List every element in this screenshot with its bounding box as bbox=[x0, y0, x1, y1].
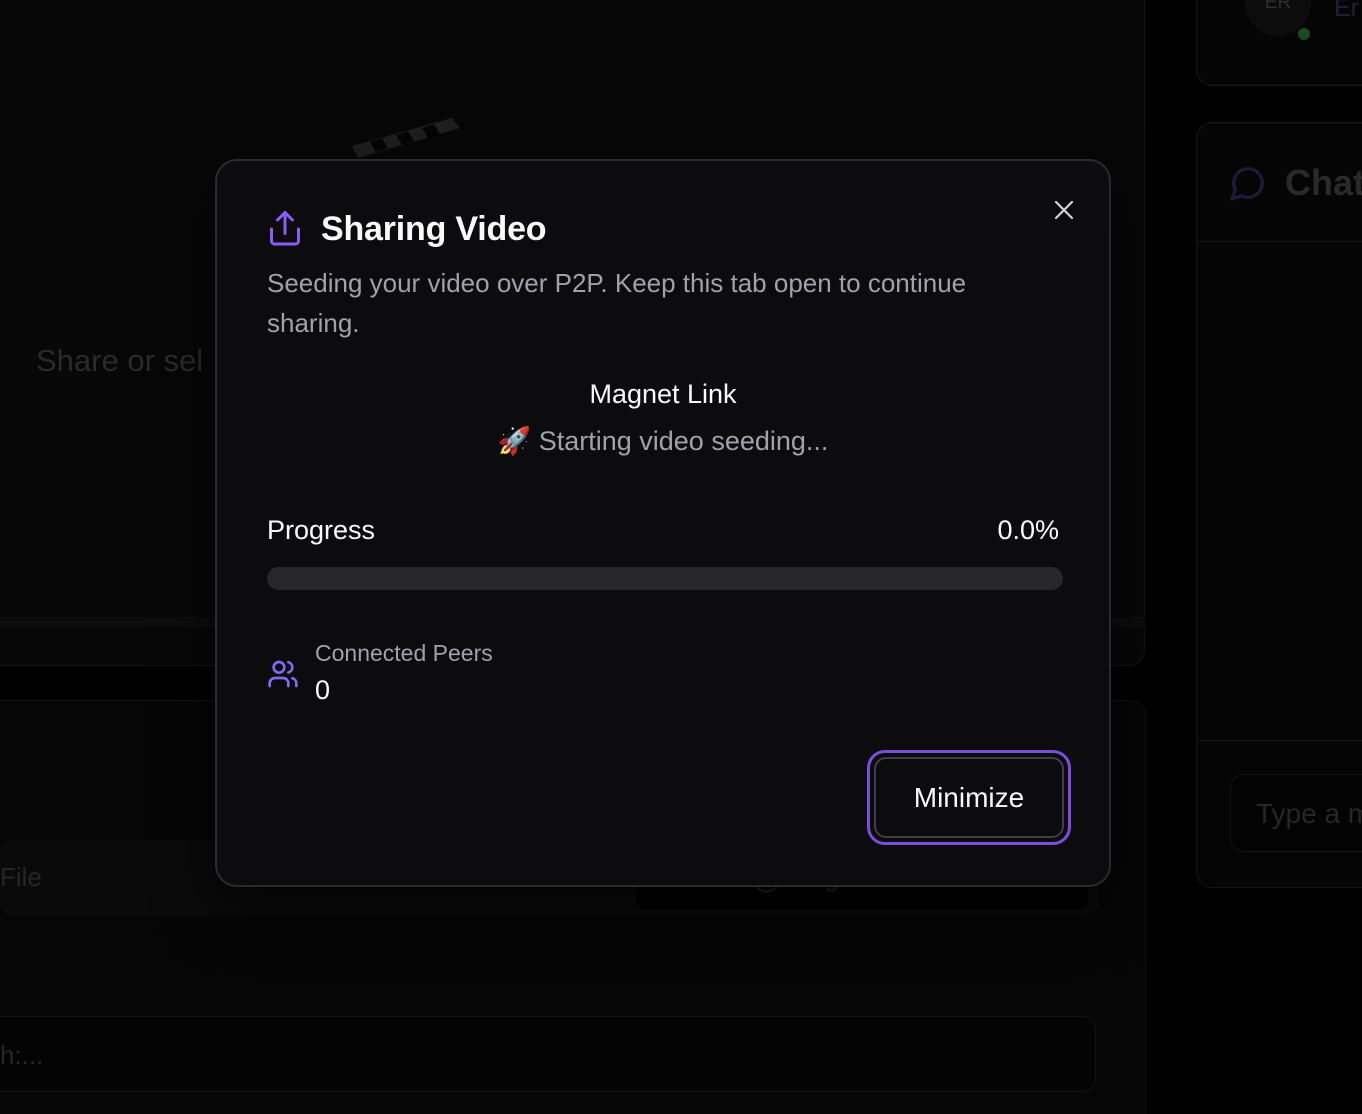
dialog-title: Sharing Video bbox=[321, 209, 547, 248]
seeding-status-text: 🚀 Starting video seeding... bbox=[497, 426, 829, 456]
magnet-input-text: h:... bbox=[0, 1040, 44, 1070]
close-icon bbox=[1054, 200, 1074, 220]
dialog-header: Sharing Video bbox=[267, 209, 547, 249]
user-name: Er bbox=[1334, 0, 1359, 22]
chat-bubble-icon bbox=[1230, 167, 1264, 201]
magnet-link-label: Magnet Link bbox=[589, 379, 737, 409]
dialog-description: Seeding your video over P2P. Keep this t… bbox=[267, 268, 967, 338]
chat-title: Chat bbox=[1285, 162, 1362, 203]
tab-file[interactable]: File bbox=[0, 862, 42, 893]
minimize-button-focus-ring: Minimize bbox=[867, 750, 1071, 845]
progress-label: Progress bbox=[267, 515, 376, 545]
close-button[interactable] bbox=[1049, 195, 1079, 225]
connected-peers-count: 0 bbox=[315, 675, 331, 705]
minimize-button[interactable]: Minimize bbox=[874, 757, 1064, 838]
chat-footer-divider bbox=[1197, 740, 1362, 741]
chat-header-divider bbox=[1197, 241, 1362, 242]
connected-peers-label: Connected Peers bbox=[315, 640, 493, 666]
progress-bar bbox=[267, 567, 1063, 590]
sharing-video-dialog: Sharing Video Seeding your video over P2… bbox=[215, 159, 1111, 887]
users-icon bbox=[268, 660, 298, 688]
clapperboard-icon bbox=[352, 118, 460, 158]
chat-input-placeholder: Type a m bbox=[1256, 798, 1362, 829]
app-page: Share or sel File ▭ Torrent File ◯ Magne… bbox=[0, 0, 1362, 1114]
magnet-input[interactable] bbox=[0, 1016, 1096, 1092]
progress-value: 0.0% bbox=[997, 515, 1059, 545]
online-status-dot bbox=[1296, 26, 1312, 42]
share-upload-icon bbox=[270, 211, 300, 246]
player-prompt-text: Share or sel bbox=[36, 343, 204, 378]
